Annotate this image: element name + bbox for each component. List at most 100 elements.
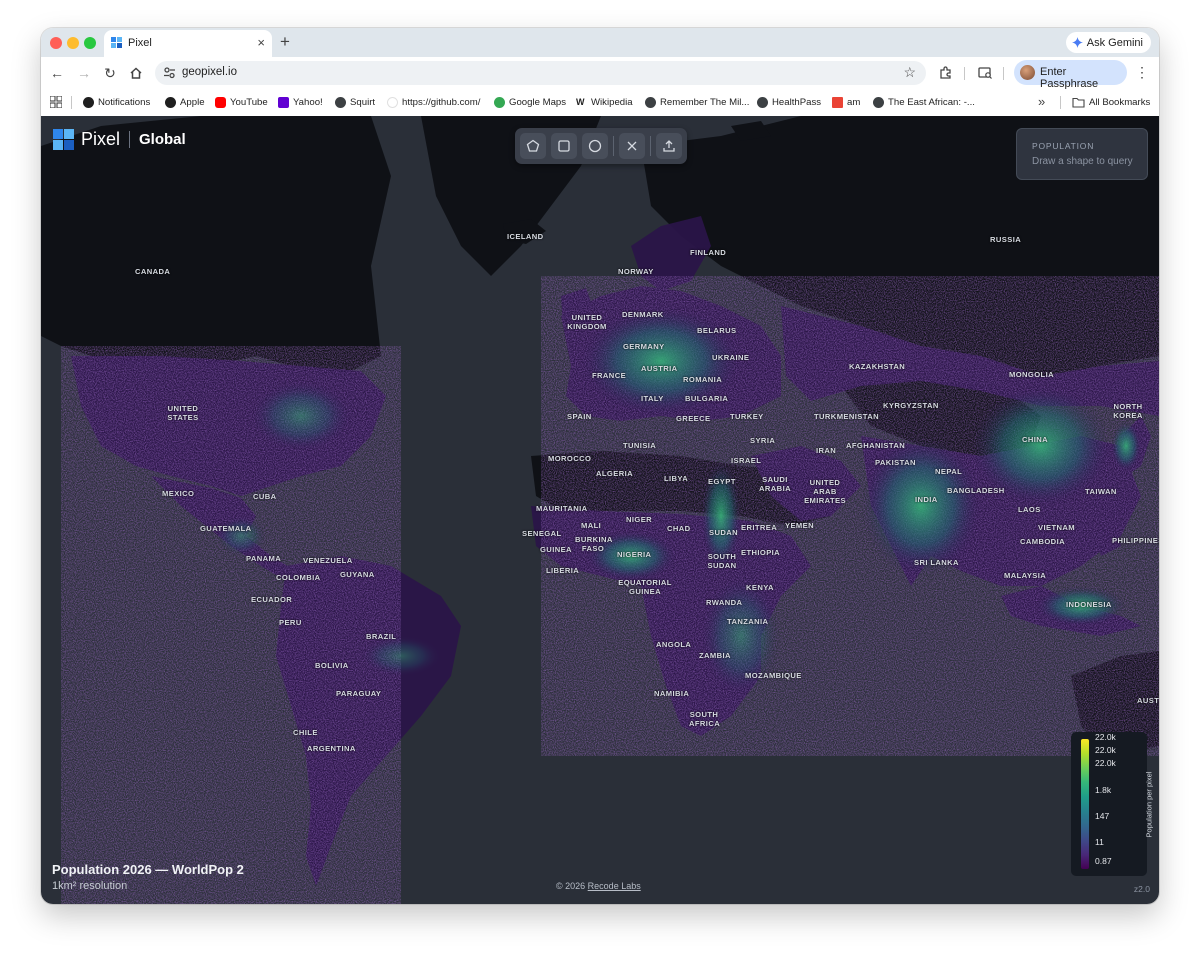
label-bolivia: BOLIVIA [315,661,349,670]
forward-icon[interactable]: → [76,65,92,81]
blank-page-icon [387,96,398,108]
label-bangladesh: BANGLADESH [947,486,1005,495]
label-chad: CHAD [667,524,691,533]
avatar [1020,65,1035,80]
reload-icon[interactable]: ↻ [102,65,118,81]
draw-polygon-button[interactable] [520,133,546,159]
extensions-puzzle-icon[interactable] [938,65,954,81]
close-window-button[interactable] [50,37,62,49]
label-philippines: PHILIPPINES [1112,536,1159,545]
label-ethiopia: ETHIOPIA [741,548,781,557]
label-tunisia: TUNISIA [623,441,657,450]
yahoo-icon [278,96,289,108]
apple-icon [165,96,176,108]
clear-shape-button[interactable] [619,133,645,159]
bookmark-am[interactable]: am [832,95,860,109]
label-kyrgyzstan: KYRGYZSTAN [883,401,939,410]
zoom-window-button[interactable] [84,37,96,49]
label-rwanda: RWANDA [706,598,743,607]
ask-gemini-button[interactable]: Ask Gemini [1065,32,1151,53]
legend-tick: 1.8k [1095,785,1112,795]
label-brazil: BRAZIL [366,632,397,641]
label-mongolia: MONGOLIA [1009,370,1054,379]
tab-search-icon[interactable] [977,65,993,81]
label-iceland: ICELAND [507,232,544,241]
polygon-icon [526,139,540,152]
upload-icon [663,140,675,152]
label-denmark: DENMARK [622,310,664,319]
label-turkmenistan: TURKMENISTAN [814,412,879,421]
minimize-window-button[interactable] [67,37,79,49]
more-menu-icon[interactable]: ⋮ [1135,64,1149,80]
label-greece: GREECE [676,414,711,423]
label-zambia: ZAMBIA [699,651,731,660]
bookmark-google-maps[interactable]: Google Maps [494,95,566,109]
label-venezuela: VENEZUELA [303,556,353,565]
legend-color-ramp [1081,739,1089,869]
label-ukraine: UKRAINE [712,353,750,362]
bookmark-east-african[interactable]: The East African: -... [873,95,975,109]
app-brand: Pixel Global [53,128,186,150]
bookmark-notifications[interactable]: Notifications [83,95,150,109]
address-bar[interactable]: geopixel.io ☆ [155,61,926,85]
tab-pixel[interactable]: Pixel × [104,30,272,57]
label-sudan: SUDAN [709,528,739,537]
label-belarus: BELARUS [697,326,737,335]
label-kazakhstan: KAZAKHSTAN [849,362,906,371]
gmail-icon [832,96,843,108]
label-indonesia: INDONESIA [1066,600,1112,609]
github-icon [83,96,94,108]
rectangle-icon [558,140,570,152]
home-icon[interactable] [128,65,144,81]
all-bookmarks-button[interactable]: All Bookmarks [1072,95,1150,109]
copyright: © 2026 Recode Labs [556,881,641,891]
bookmark-wikipedia[interactable]: W Wikipedia [576,95,633,109]
bookmark-youtube[interactable]: YouTube [215,95,268,109]
bookmark-yahoo[interactable]: Yahoo! [278,95,323,109]
label-colombia: COLOMBIA [276,573,321,582]
bookmarks-overflow-icon[interactable]: » [1038,94,1045,109]
new-tab-button[interactable]: + [280,32,290,52]
bookmark-squirt[interactable]: Squirt [335,95,375,109]
ask-gemini-label: Ask Gemini [1086,36,1143,49]
recode-labs-link[interactable]: Recode Labs [588,881,641,891]
label-norway: NORWAY [618,267,654,276]
bookmark-remember-the-milk[interactable]: Remember The Mil... [645,95,749,109]
label-mauritania: MAURITANIA [536,504,588,513]
label-cuba: CUBA [253,492,277,501]
draw-circle-button[interactable] [582,133,608,159]
export-button[interactable] [656,133,682,159]
back-icon[interactable]: ← [49,65,65,81]
population-map[interactable]: CANADA UNITED STATES MEXICO CUBA GUATEMA… [41,116,1159,904]
label-canada: CANADA [135,267,171,276]
label-romania: ROMANIA [683,375,723,384]
label-finland: FINLAND [690,248,727,257]
globe-icon [645,96,656,108]
brand-divider [129,130,131,148]
label-taiwan: TAIWAN [1085,487,1117,496]
bookmark-star-icon[interactable]: ☆ [903,64,916,81]
label-israel: ISRAEL [731,456,762,465]
label-united-kingdom: UNITED KINGDOM [567,313,607,331]
bookmark-github-url[interactable]: https://github.com/ [387,95,480,109]
bookmark-healthpass[interactable]: HealthPass [757,95,821,109]
label-panama: PANAMA [246,554,282,563]
label-afghanistan: AFGHANISTAN [846,441,906,450]
label-laos: LAOS [1018,505,1041,514]
site-settings-icon[interactable] [163,66,176,79]
profile-passphrase-button[interactable]: Enter Passphrase [1014,60,1127,90]
draw-rectangle-button[interactable] [551,133,577,159]
legend-tick: 22.0k [1095,745,1116,755]
dataset-resolution: 1km² resolution [52,880,128,892]
label-malaysia: MALAYSIA [1004,571,1047,580]
bookmark-apple[interactable]: Apple [165,95,205,109]
label-bulgaria: BULGARIA [685,394,729,403]
folder-icon [1072,97,1085,108]
label-south-sudan: SOUTH SUDAN [707,552,737,570]
tab-strip: Pixel × + Ask Gemini [41,28,1159,57]
tab-close-icon[interactable]: × [257,35,265,51]
pixel-logo-icon [53,128,74,150]
apps-grid-icon[interactable] [50,96,62,108]
label-burkina-faso: BURKINA FASO [575,535,613,553]
label-peru: PERU [279,618,302,627]
